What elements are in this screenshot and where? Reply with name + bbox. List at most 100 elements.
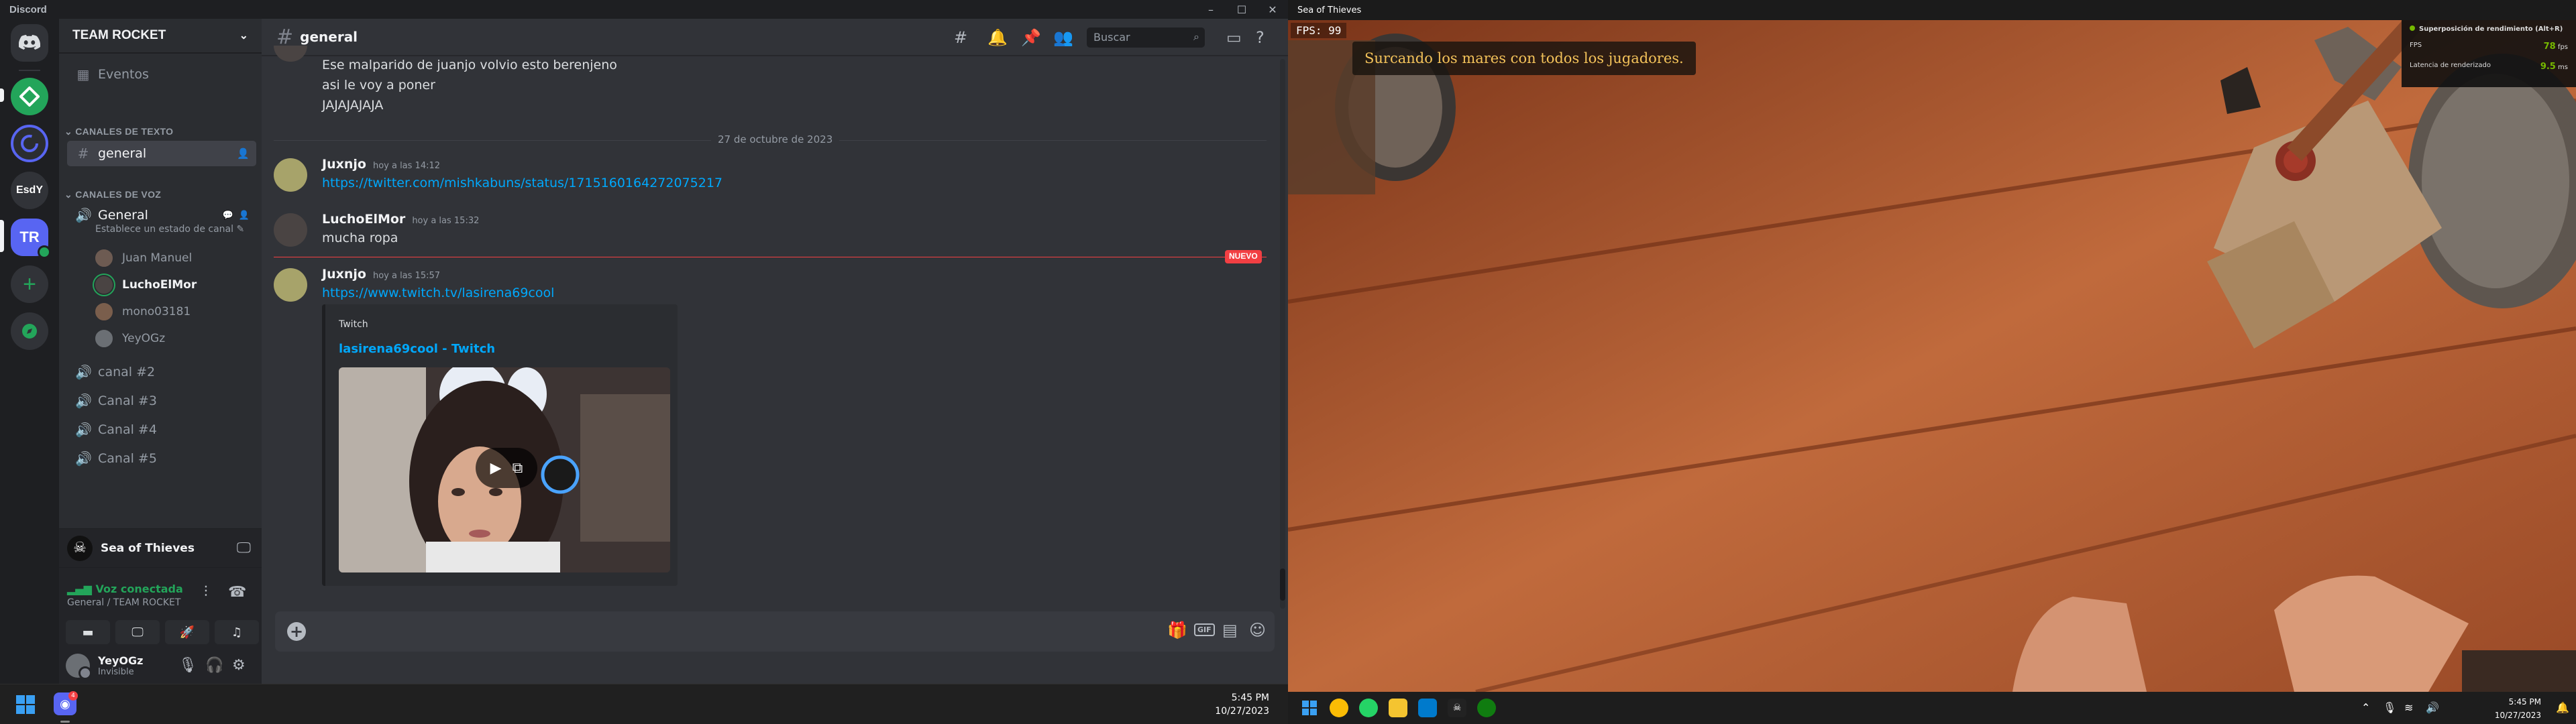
user-info[interactable]: YeyOGz Invisible [98, 654, 143, 677]
embed-title[interactable]: lasirena69cool - Twitch [339, 342, 495, 356]
rail-separator [19, 70, 40, 71]
chrome-icon[interactable] [1330, 699, 1348, 717]
emoji-icon[interactable]: ☺ [1249, 621, 1266, 640]
screen-share-icon[interactable]: 🖵 [237, 540, 251, 556]
taskbar-clock[interactable]: 5:45 PM 10/27/2023 [1215, 691, 1269, 718]
events-item[interactable]: ▦ Eventos [67, 62, 256, 87]
voice-user[interactable]: mono03181 [94, 300, 191, 323]
maximize-button[interactable]: ☐ [1226, 0, 1257, 19]
windows-start-button[interactable] [16, 695, 35, 714]
vscode-icon[interactable] [1418, 699, 1437, 717]
avatar[interactable] [274, 158, 307, 192]
threads-icon[interactable]: # [954, 28, 967, 47]
whatsapp-icon[interactable] [1359, 699, 1378, 717]
gear-icon[interactable]: ⚙ [232, 657, 246, 674]
pencil-icon: ✎ [236, 224, 245, 235]
channel-status[interactable]: Establece un estado de canal ✎ [95, 224, 244, 235]
window-controls: – ☐ ✕ [1195, 0, 1288, 19]
disconnect-icon[interactable]: ☎ [228, 584, 246, 601]
channel-voice[interactable]: 🔊 canal #2 [67, 359, 256, 385]
voice-category[interactable]: ⌄ CANALES DE VOZ [64, 189, 161, 200]
camera-button[interactable]: ▬ [66, 620, 110, 644]
inbox-icon[interactable]: ▭ [1226, 28, 1242, 47]
server-esdy[interactable]: EsdY [11, 172, 48, 209]
minimize-button[interactable]: – [1195, 0, 1226, 19]
avatar[interactable] [66, 654, 92, 680]
text-category[interactable]: ⌄ CANALES DE TEXTO [64, 126, 173, 137]
channel-voice[interactable]: 🔊 Canal #5 [67, 446, 256, 471]
chat-icon[interactable]: 💬 [223, 210, 233, 221]
avatar [94, 328, 114, 349]
search-input[interactable]: Buscar ⌕ [1087, 27, 1205, 48]
windows-start-button[interactable] [1300, 699, 1319, 717]
taskbar-clock[interactable]: 5:45 PM 10/27/2023 [2495, 695, 2541, 722]
voice-connection-panel: ▂▄▆ Voz conectada General / TEAM ROCKET … [59, 567, 262, 648]
overlay-fps-value: 78 [2543, 42, 2556, 52]
file-explorer-icon[interactable] [1389, 699, 1407, 717]
add-member-icon[interactable]: 👤 [237, 147, 250, 160]
attach-plus-icon[interactable]: + [287, 622, 306, 641]
sea-of-thieves-icon[interactable]: ☠ [1448, 699, 1466, 717]
server-green[interactable] [11, 78, 48, 115]
headphones-icon[interactable]: 🎧 [205, 657, 223, 674]
voice-status[interactable]: ▂▄▆ Voz conectada [67, 583, 183, 595]
message-link[interactable]: https://twitter.com/mishkabuns/status/17… [322, 176, 722, 190]
taskbar-left: ◉ 4 5:45 PM 10/27/2023 [0, 684, 1288, 724]
microphone-icon[interactable]: 🎙 [178, 657, 197, 674]
message-composer[interactable]: + 🎁 GIF ▤ ☺ [275, 611, 1275, 652]
voice-user[interactable]: LuchoElMor [94, 274, 197, 296]
members-icon[interactable]: 👥 [1053, 28, 1073, 47]
add-server-button[interactable]: + [11, 265, 48, 303]
noise-suppression-icon[interactable]: ⫶ [204, 584, 208, 601]
voice-user[interactable]: YeyOGz [94, 327, 165, 350]
clock-time: 5:45 PM [1231, 692, 1269, 703]
pin-icon[interactable]: 📌 [1021, 28, 1041, 47]
message-link[interactable]: https://www.twitch.tv/lasirena69cool [322, 286, 554, 300]
signal-icon: ▂▄▆ [67, 583, 96, 595]
avatar[interactable] [274, 213, 307, 247]
server-header[interactable]: TEAM ROCKET ⌄ [59, 19, 262, 54]
wifi-icon[interactable]: ≋ [2404, 701, 2413, 714]
soundboard-button[interactable]: ♫ [215, 620, 259, 644]
volume-icon[interactable]: 🔊 [2426, 701, 2439, 714]
avatar[interactable] [274, 268, 307, 302]
events-label: Eventos [98, 67, 149, 82]
overlay-title-text: Superposición de rendimiento (Alt+R) [2419, 25, 2563, 33]
voice-user[interactable]: Juan Manuel [94, 247, 192, 269]
xbox-icon[interactable] [1477, 699, 1496, 717]
close-button[interactable]: ✕ [1257, 0, 1288, 19]
channel-voice[interactable]: 🔊 Canal #3 [67, 388, 256, 414]
chevron-down-icon: ⌄ [239, 30, 248, 42]
play-button[interactable]: ▶ ⧉ [476, 448, 537, 488]
bell-icon[interactable]: 🔔 [987, 28, 1008, 47]
game-activity[interactable]: ☠ Sea of Thieves 🖵 [59, 528, 262, 567]
activities-button[interactable]: 🚀 [165, 620, 209, 644]
discord-window: Discord – ☐ ✕ EsdY TR + TEAM ROCKET ⌄ ▦ … [0, 0, 1288, 724]
microphone-icon[interactable]: 🎙 [2383, 701, 2396, 714]
add-member-icon[interactable]: 👤 [239, 210, 250, 221]
screen-share-button[interactable]: 🖵 [115, 620, 160, 644]
home-button[interactable] [11, 24, 48, 62]
chevron-up-icon[interactable]: ⌃ [2361, 701, 2370, 714]
overlay-latency-label: Latencia de renderizado [2410, 62, 2491, 69]
notification-bell-icon[interactable]: 🔔 [2556, 701, 2569, 714]
server-ring[interactable] [11, 125, 48, 162]
channel-general-text[interactable]: # general 👤 [67, 141, 256, 166]
gif-button[interactable]: GIF [1194, 623, 1215, 636]
chat-scrollbar[interactable] [1280, 59, 1285, 609]
sticker-icon[interactable]: ▤ [1222, 621, 1238, 640]
help-icon[interactable]: ? [1256, 28, 1265, 47]
message-author[interactable]: Juxnjo hoy a las 15:57 [322, 267, 440, 282]
scroll-thumb[interactable] [1280, 568, 1285, 601]
game-viewport[interactable]: FPS: 99 Surcando los mares con todos los… [1288, 20, 2576, 692]
gift-icon[interactable]: 🎁 [1167, 621, 1187, 640]
explore-servers-button[interactable] [11, 312, 48, 350]
channel-voice[interactable]: 🔊 Canal #4 [67, 417, 256, 442]
message-author[interactable]: LuchoElMor hoy a las 15:32 [322, 212, 479, 227]
taskbar-discord[interactable]: ◉ 4 [54, 691, 78, 715]
discord-icon: ◉ [60, 697, 70, 711]
camera-icon: ▬ [66, 620, 110, 644]
embed-thumbnail[interactable]: ▶ ⧉ [339, 367, 670, 572]
message-author[interactable]: Juxnjo hoy a las 14:12 [322, 157, 440, 172]
server-team-rocket[interactable]: TR [11, 219, 51, 259]
